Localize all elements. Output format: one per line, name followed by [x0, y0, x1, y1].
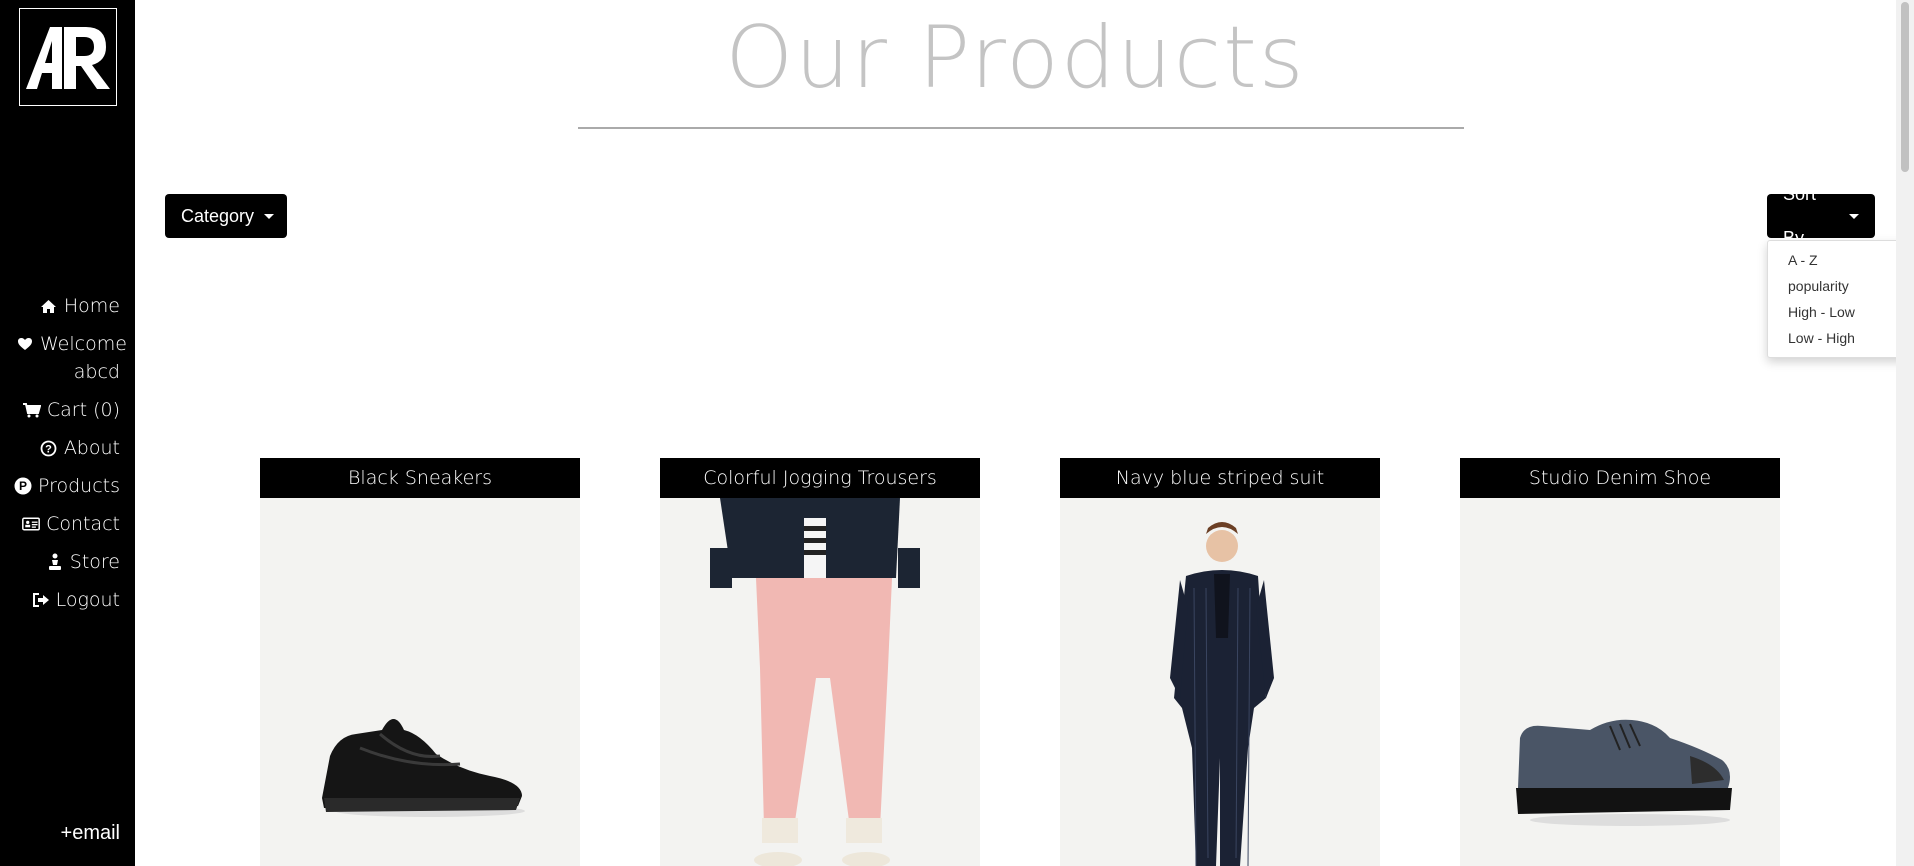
heart-icon	[16, 330, 34, 358]
nav-products-label: Products	[37, 475, 120, 497]
sort-dropdown-menu: A - Z popularity High - Low Low - High	[1767, 240, 1914, 358]
product-card[interactable]: Studio Denim Shoe	[1460, 458, 1780, 866]
nav-store-label: Store	[69, 551, 120, 573]
contact-card-icon	[22, 510, 40, 538]
category-button[interactable]: Category	[165, 194, 287, 238]
logout-icon	[32, 586, 50, 614]
cart-icon	[22, 396, 41, 424]
scrollbar-thumb[interactable]	[1901, 2, 1909, 172]
nav-about-label: About	[63, 437, 120, 459]
sidebar: Home Welcome abcd Cart (0) ? About P Pro…	[0, 0, 135, 866]
nav-logout-label: Logout	[55, 589, 120, 611]
vertical-scrollbar[interactable]	[1896, 0, 1914, 866]
product-title[interactable]: Navy blue striped suit	[1060, 458, 1380, 498]
nav-contact-label: Contact	[46, 513, 120, 535]
email-link[interactable]: +email	[61, 822, 120, 845]
caret-down-icon	[264, 213, 275, 219]
product-card[interactable]: Black Sneakers	[260, 458, 580, 866]
product-title[interactable]: Black Sneakers	[260, 458, 580, 498]
sort-option-high-low[interactable]: High - Low	[1768, 299, 1914, 325]
product-image-denim-shoe[interactable]	[1460, 498, 1780, 866]
product-card[interactable]: Colorful Jogging Trousers	[660, 458, 980, 866]
question-icon: ?	[40, 434, 58, 462]
page-title: Our Products	[725, 8, 1306, 108]
svg-text:P: P	[19, 479, 27, 493]
store-figure-icon	[46, 548, 64, 576]
logo[interactable]	[19, 8, 117, 106]
sidebar-nav: Home Welcome abcd Cart (0) ? About P Pro…	[14, 292, 127, 624]
product-image-trousers[interactable]	[660, 498, 980, 866]
product-card[interactable]: Navy blue striped suit	[1060, 458, 1380, 866]
sort-option-a-z[interactable]: A - Z	[1768, 247, 1914, 273]
sort-option-low-high[interactable]: Low - High	[1768, 325, 1914, 351]
category-button-label: Category	[181, 206, 255, 226]
nav-store[interactable]: Store	[14, 548, 120, 576]
caret-down-icon	[1849, 213, 1859, 219]
product-image-sneaker[interactable]	[260, 498, 580, 866]
main-content: Our Products Category Sort By A - Z popu…	[135, 0, 1914, 866]
nav-products[interactable]: P Products	[14, 472, 120, 500]
sort-by-button[interactable]: Sort By	[1767, 184, 1875, 248]
product-title[interactable]: Studio Denim Shoe	[1460, 458, 1780, 498]
nav-home-label: Home	[63, 295, 120, 317]
nav-welcome-label: Welcome abcd	[40, 333, 127, 383]
nav-cart-label: Cart (0)	[46, 399, 120, 421]
home-icon	[40, 292, 58, 320]
product-image-suit[interactable]	[1060, 498, 1380, 866]
sort-option-popularity[interactable]: popularity	[1768, 273, 1914, 299]
nav-about[interactable]: ? About	[14, 434, 120, 462]
svg-text:?: ?	[45, 443, 52, 455]
nav-cart[interactable]: Cart (0)	[14, 396, 120, 424]
nav-logout[interactable]: Logout	[14, 586, 120, 614]
nav-contact[interactable]: Contact	[14, 510, 120, 538]
nav-welcome[interactable]: Welcome abcd	[14, 330, 127, 386]
product-badge-icon: P	[14, 472, 32, 500]
title-divider	[578, 127, 1464, 129]
product-title[interactable]: Colorful Jogging Trousers	[660, 458, 980, 498]
nav-home[interactable]: Home	[14, 292, 120, 320]
